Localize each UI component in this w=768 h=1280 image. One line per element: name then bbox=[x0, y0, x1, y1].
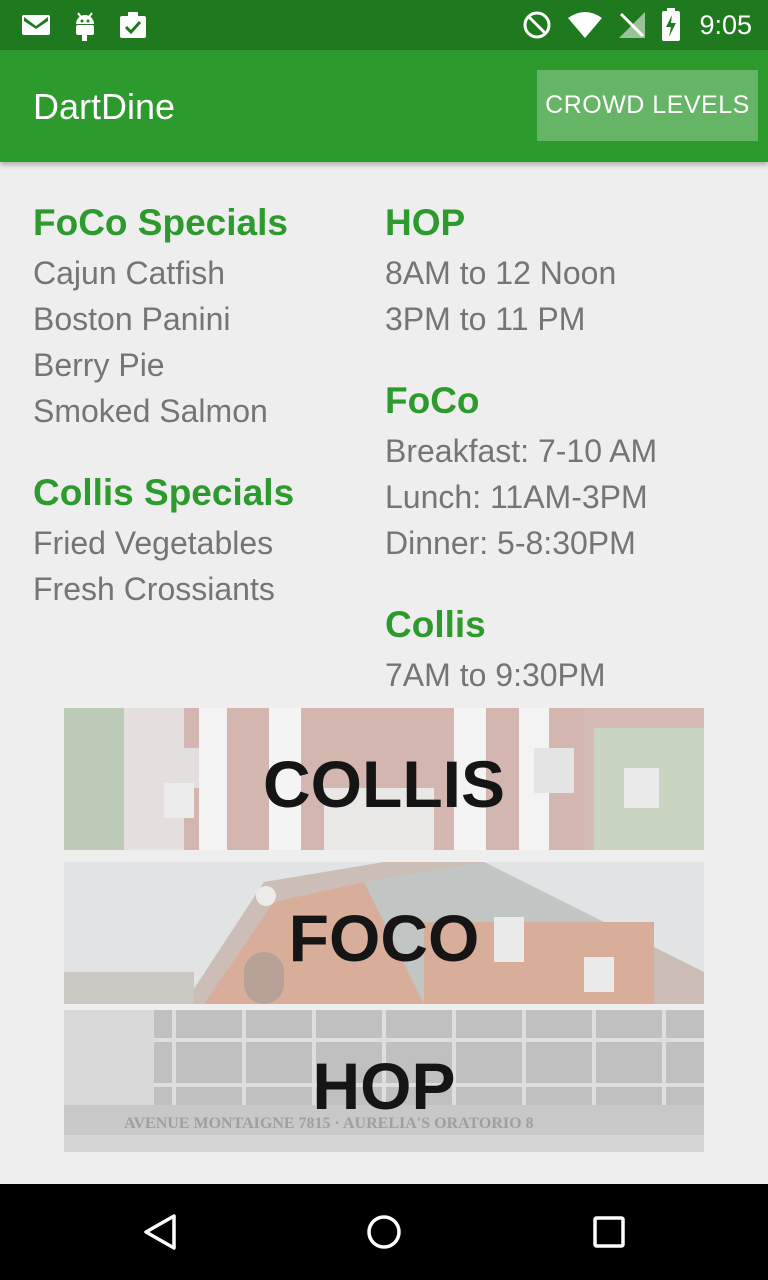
special-item: Smoked Salmon bbox=[33, 393, 268, 429]
battery-charging-icon bbox=[661, 8, 681, 42]
hop-hours-section: HOP 8AM to 12 Noon 3PM to 11 PM bbox=[385, 200, 755, 342]
specials-column: FoCo Specials Cajun Catfish Boston Panin… bbox=[33, 200, 363, 648]
special-item: Cajun Catfish bbox=[33, 255, 226, 291]
collis-label: COLLIS bbox=[263, 747, 505, 821]
clock: 9:05 bbox=[699, 9, 752, 40]
section-title: FoCo bbox=[385, 380, 480, 421]
collis-specials-section: Collis Specials Fried Vegetables Fresh C… bbox=[33, 470, 363, 612]
foco-label: FOCO bbox=[288, 901, 480, 975]
hop-banner-button[interactable]: AVENUE MONTAIGNE 7815 · AURELIA'S ORATOR… bbox=[64, 1010, 704, 1152]
section-title: Collis bbox=[385, 604, 486, 645]
hours-line: 3PM to 11 PM bbox=[385, 301, 586, 337]
clipboard-check-icon bbox=[118, 10, 148, 42]
recents-icon[interactable] bbox=[592, 1212, 626, 1257]
do-not-disturb-icon bbox=[521, 9, 553, 41]
collis-banner-button[interactable]: COLLIS bbox=[64, 708, 704, 850]
app-bar: DartDine CROWD LEVELS bbox=[0, 50, 768, 162]
hours-line: Dinner: 5-8:30PM bbox=[385, 525, 636, 561]
special-item: Fried Vegetables bbox=[33, 525, 274, 561]
special-item: Berry Pie bbox=[33, 347, 165, 383]
special-item: Fresh Crossiants bbox=[33, 571, 275, 607]
home-icon[interactable] bbox=[366, 1212, 402, 1257]
navigation-bar bbox=[0, 1184, 768, 1280]
gmail-icon bbox=[20, 10, 52, 42]
android-icon bbox=[72, 10, 98, 42]
hours-line: Lunch: 11AM-3PM bbox=[385, 479, 648, 515]
status-bar: 9:05 bbox=[0, 0, 768, 50]
foco-specials-section: FoCo Specials Cajun Catfish Boston Panin… bbox=[33, 200, 363, 434]
hop-label: HOP bbox=[312, 1049, 456, 1123]
section-title: FoCo Specials bbox=[33, 202, 288, 243]
special-item: Boston Panini bbox=[33, 301, 231, 337]
no-signal-icon bbox=[617, 10, 647, 40]
hours-column: HOP 8AM to 12 Noon 3PM to 11 PM FoCo Bre… bbox=[385, 200, 755, 734]
back-icon[interactable] bbox=[142, 1212, 178, 1257]
app-title: DartDine bbox=[33, 86, 176, 127]
crowd-levels-button[interactable]: CROWD LEVELS bbox=[537, 70, 758, 141]
section-title: Collis Specials bbox=[33, 472, 295, 513]
collis-hours-section: Collis 7AM to 9:30PM bbox=[385, 602, 755, 698]
foco-hours-section: FoCo Breakfast: 7-10 AM Lunch: 11AM-3PM … bbox=[385, 378, 755, 566]
foco-banner-button[interactable]: FOCO bbox=[64, 862, 704, 1004]
hours-line: 8AM to 12 Noon bbox=[385, 255, 617, 291]
hours-line: 7AM to 9:30PM bbox=[385, 657, 606, 693]
hours-line: Breakfast: 7-10 AM bbox=[385, 433, 658, 469]
section-title: HOP bbox=[385, 202, 466, 243]
wifi-icon bbox=[567, 10, 603, 40]
